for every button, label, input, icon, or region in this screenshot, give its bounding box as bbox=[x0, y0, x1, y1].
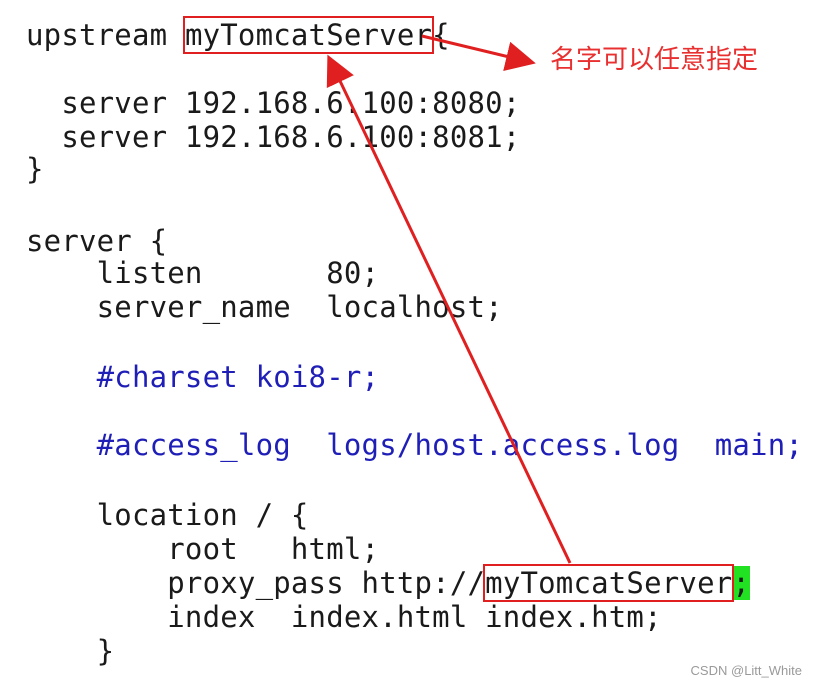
code-text: root html; bbox=[26, 532, 380, 566]
text-cursor: ; bbox=[732, 566, 751, 600]
highlighted-upstream-name: myTomcatServer bbox=[483, 564, 735, 602]
code-text: #charset koi8-r; bbox=[26, 360, 380, 394]
code-line: server 192.168.6.100:8081; bbox=[26, 120, 520, 154]
code-text: } bbox=[26, 634, 115, 668]
code-line: upstream myTomcatServer{ bbox=[26, 16, 450, 54]
watermark: CSDN @Litt_White bbox=[690, 663, 802, 678]
code-line: } bbox=[26, 152, 44, 186]
code-text: } bbox=[26, 152, 44, 186]
code-line: proxy_pass http://myTomcatServer; bbox=[26, 564, 751, 602]
code-line: server_name localhost; bbox=[26, 290, 503, 324]
code-text: server { bbox=[26, 224, 168, 258]
code-text: proxy_pass http:// bbox=[26, 566, 486, 600]
code-line: location / { bbox=[26, 498, 309, 532]
code-line: #access_log logs/host.access.log main; bbox=[26, 428, 803, 462]
code-text: server_name localhost; bbox=[26, 290, 503, 324]
code-text: location / { bbox=[26, 498, 309, 532]
code-line: listen 80; bbox=[26, 256, 379, 290]
code-line: server { bbox=[26, 224, 167, 258]
code-text: index index.html index.htm; bbox=[26, 600, 662, 634]
code-text: upstream bbox=[26, 18, 185, 52]
code-text: server 192.168.6.100:8081; bbox=[26, 120, 521, 154]
highlighted-upstream-name: myTomcatServer bbox=[182, 16, 435, 54]
code-line: #charset koi8-r; bbox=[26, 360, 379, 394]
code-line: index index.html index.htm; bbox=[26, 600, 662, 634]
code-text: #access_log logs/host.access.log main; bbox=[26, 428, 804, 462]
annotation-label: 名字可以任意指定 bbox=[550, 45, 759, 75]
code-line: root html; bbox=[26, 532, 379, 566]
code-text: listen 80; bbox=[26, 256, 380, 290]
code-text: server 192.168.6.100:8080; bbox=[26, 86, 521, 120]
code-line: server 192.168.6.100:8080; bbox=[26, 86, 520, 120]
screenshot-canvas: upstream myTomcatServer{ server 192.168.… bbox=[0, 0, 816, 686]
code-line: } bbox=[26, 634, 114, 668]
code-text: { bbox=[432, 18, 450, 52]
